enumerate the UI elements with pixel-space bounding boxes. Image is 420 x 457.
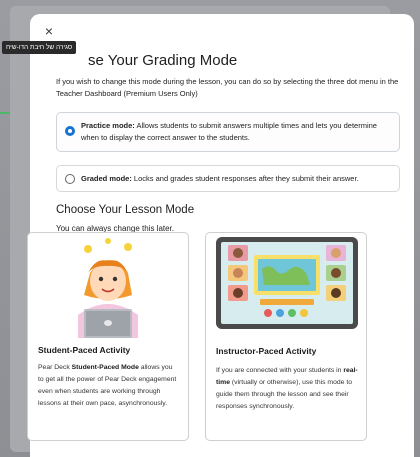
instructor-paced-desc-post: (virtually or otherwise), use this mode … [216,379,352,410]
graded-mode-text: Locks and grades student responses after… [131,174,359,183]
instructor-paced-desc-pre: If you are connected with your students … [216,367,344,374]
grading-intro-text: If you wish to change this mode during t… [56,77,399,98]
practice-mode-radio[interactable] [65,126,75,136]
graded-mode-radio[interactable] [65,174,75,184]
instructor-illustration [216,237,358,329]
student-illustration [78,238,138,338]
graded-mode-label: Graded mode: [81,174,132,183]
grading-mode-title: se Your Grading Mode [88,52,238,69]
practice-mode-option[interactable]: Practice mode: Allows students to submit… [56,112,400,152]
instructor-paced-title: Instructor-Paced Activity [216,346,317,356]
practice-mode-description: Practice mode: Allows students to submit… [81,120,389,144]
student-paced-description: Pear Deck Student-Paced Mode allows you … [38,362,180,410]
close-icon[interactable]: × [42,24,56,38]
student-paced-card[interactable]: Student-Paced Activity Pear Deck Student… [27,232,189,441]
student-paced-desc-pre: Pear Deck [38,364,72,371]
practice-mode-label: Practice mode: [81,121,135,130]
instructor-paced-description: If you are connected with your students … [216,365,358,413]
instructor-paced-card[interactable]: Instructor-Paced Activity If you are con… [205,232,367,441]
lesson-mode-title: Choose Your Lesson Mode [56,204,195,216]
graded-mode-description: Graded mode: Locks and grades student re… [81,173,389,185]
close-tooltip: סגירה של חיבת הדו-שיח [2,41,77,54]
student-paced-title: Student-Paced Activity [38,345,131,355]
student-paced-desc-bold: Student-Paced Mode [71,364,139,371]
graded-mode-option[interactable]: Graded mode: Locks and grades student re… [56,165,400,192]
